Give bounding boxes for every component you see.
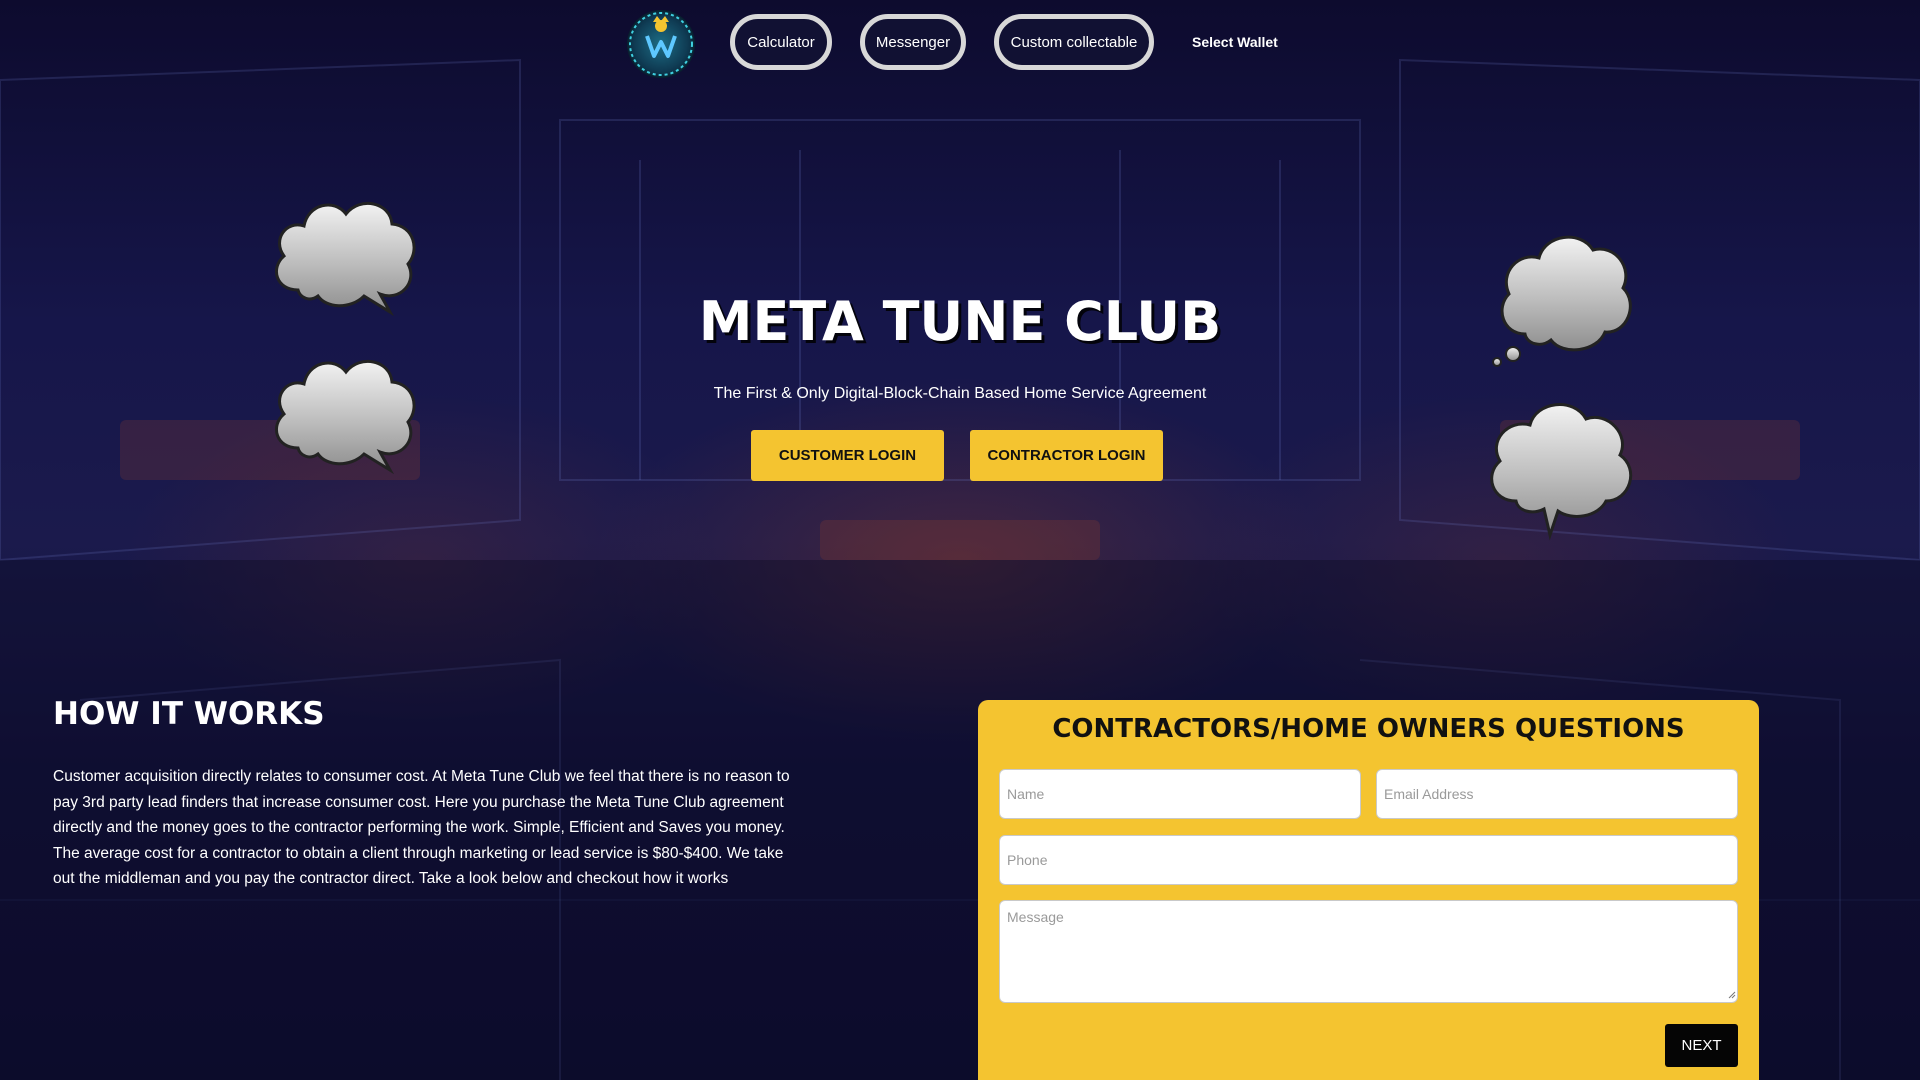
top-navigation: Calculator Messenger Custom collectable … <box>0 10 1920 84</box>
how-it-works-heading: HOW IT WORKS <box>53 696 325 732</box>
next-button[interactable]: NEXT <box>1665 1024 1738 1067</box>
nav-custom-collectable-button[interactable]: Custom collectable <box>994 14 1154 70</box>
customer-login-button[interactable]: CUSTOMER LOGIN <box>751 430 944 481</box>
description-line: directly and the money goes to the contr… <box>53 819 785 836</box>
description-line: The average cost for a contractor to obt… <box>53 844 784 862</box>
nav-messenger-button[interactable]: Messenger <box>860 14 966 70</box>
email-field[interactable] <box>1376 769 1738 819</box>
questions-form: CONTRACTORS/HOME OWNERS QUESTIONS NEXT <box>978 700 1759 1080</box>
resize-grip-icon[interactable] <box>1728 991 1736 999</box>
hero-title: META TUNE CLUB <box>698 290 1222 353</box>
speech-cloud-icon <box>274 360 416 475</box>
message-field[interactable] <box>999 900 1738 1003</box>
phone-field[interactable] <box>999 835 1738 885</box>
form-title: CONTRACTORS/HOME OWNERS QUESTIONS <box>1052 714 1685 744</box>
select-wallet-button[interactable]: Select Wallet <box>1192 34 1278 50</box>
nav-calculator-button[interactable]: Calculator <box>730 14 832 70</box>
contractor-login-button[interactable]: CONTRACTOR LOGIN <box>970 430 1163 481</box>
speech-cloud-icon <box>1490 403 1633 541</box>
logo-icon[interactable] <box>627 10 695 78</box>
name-field[interactable] <box>999 769 1361 819</box>
description-line: out the middleman and you pay the contra… <box>53 870 729 887</box>
how-it-works-description: Customer acquisition directly relates to… <box>53 764 833 892</box>
description-line: Customer acquisition directly relates to… <box>53 768 790 785</box>
description-line: pay 3rd party lead finders that increase… <box>53 793 784 811</box>
meta-tune-club-logo-icon <box>629 12 693 76</box>
hero-subtitle: The First & Only Digital-Block-Chain Bas… <box>713 385 1207 402</box>
